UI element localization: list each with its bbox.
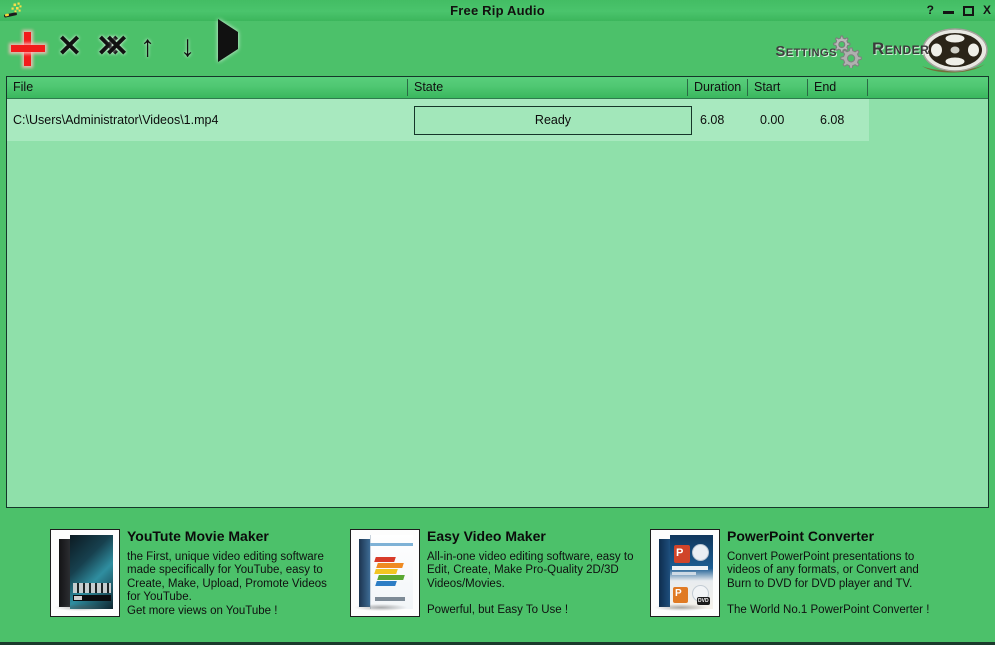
add-file-button[interactable]: [8, 29, 48, 69]
arrow-up-icon: ↑: [140, 30, 155, 63]
column-divider[interactable]: [867, 79, 868, 96]
close-button[interactable]: X: [983, 0, 991, 21]
cell-end: 6.08: [820, 113, 845, 127]
minimize-button[interactable]: [942, 10, 954, 14]
easy-video-maker-box-icon[interactable]: [350, 529, 420, 617]
cell-duration: 6.08: [700, 113, 725, 127]
film-reel-icon: [919, 26, 989, 81]
column-header-duration[interactable]: Duration: [688, 77, 747, 98]
youtube-movie-maker-box-icon[interactable]: [50, 529, 120, 617]
powerpoint-converter-box-icon[interactable]: P P DVD: [650, 529, 720, 617]
promo-title[interactable]: YouTute Movie Maker: [127, 529, 327, 544]
promo-tagline: The World No.1 PowerPoint Converter !: [727, 604, 930, 617]
promo-text: Easy Video Maker All-in-one video editin…: [427, 529, 633, 618]
promo-title[interactable]: PowerPoint Converter: [727, 529, 929, 544]
promo-powerpoint-converter[interactable]: P P DVD PowerPoint Converter Convert Pow…: [650, 529, 980, 618]
column-header-state[interactable]: State: [408, 77, 687, 98]
maximize-button[interactable]: [962, 5, 974, 16]
promo-tagline: Powerful, but Easy To Use !: [427, 604, 569, 617]
help-button[interactable]: ?: [927, 0, 934, 21]
file-list-header: File State Duration Start End: [7, 77, 988, 99]
arrow-down-icon: ↓: [180, 30, 195, 63]
promo-title[interactable]: Easy Video Maker: [427, 529, 633, 544]
remove-all-files-button[interactable]: ✕ ✕: [96, 32, 134, 66]
window-bottom-edge: [0, 641, 995, 645]
close-x-icon: ✕: [57, 30, 83, 63]
promo-youtube-movie-maker[interactable]: YouTute Movie Maker the First, unique vi…: [50, 529, 340, 618]
window-title: Free Rip Audio: [450, 3, 545, 18]
promo-text: PowerPoint Converter Convert PowerPoint …: [727, 529, 929, 618]
file-list-body[interactable]: C:\Users\Administrator\Videos\1.mp4 Read…: [7, 99, 988, 507]
promo-text: YouTute Movie Maker the First, unique vi…: [127, 529, 327, 618]
promo-description: the First, unique video editing software…: [127, 551, 327, 604]
promo-description: Convert PowerPoint presentations to vide…: [727, 551, 919, 590]
column-header-end[interactable]: End: [808, 77, 867, 98]
play-triangle-icon: [218, 19, 238, 62]
promo-easy-video-maker[interactable]: Easy Video Maker All-in-one video editin…: [350, 529, 645, 618]
promo-tagline: Get more views on YouTube !: [127, 604, 278, 617]
file-list-row-filler: [869, 99, 988, 141]
render-label: Render: [872, 39, 930, 58]
remove-file-button[interactable]: ✕: [57, 32, 87, 66]
window-controls: ? X: [927, 0, 991, 21]
promo-banner-area: YouTute Movie Maker the First, unique vi…: [0, 515, 995, 641]
cell-start: 0.00: [760, 113, 785, 127]
cell-file: C:\Users\Administrator\Videos\1.mp4: [13, 113, 219, 127]
render-button[interactable]: Render: [872, 28, 988, 74]
settings-button[interactable]: Settings: [775, 34, 865, 69]
file-list-empty-area: [7, 141, 988, 507]
plus-icon-horizontal: [11, 45, 45, 52]
table-row[interactable]: C:\Users\Administrator\Videos\1.mp4 Read…: [7, 99, 869, 141]
close-x-icon: ✕: [104, 30, 130, 63]
move-up-button[interactable]: ↑: [140, 32, 166, 66]
column-header-file[interactable]: File: [7, 77, 407, 98]
cell-state-progress: Ready: [414, 106, 692, 135]
toolbar: ✕ ✕ ✕ ↑ ↓ Settings Render: [0, 19, 995, 76]
promo-description: All-in-one video editing software, easy …: [427, 551, 634, 590]
title-bar: Free Rip Audio ? X: [0, 0, 995, 21]
column-header-start[interactable]: Start: [748, 77, 807, 98]
move-down-button[interactable]: ↓: [180, 32, 206, 66]
file-list-panel[interactable]: File State Duration Start End C:\Users\A…: [6, 76, 989, 508]
play-button[interactable]: [218, 19, 248, 66]
gear-icon: [825, 34, 865, 69]
